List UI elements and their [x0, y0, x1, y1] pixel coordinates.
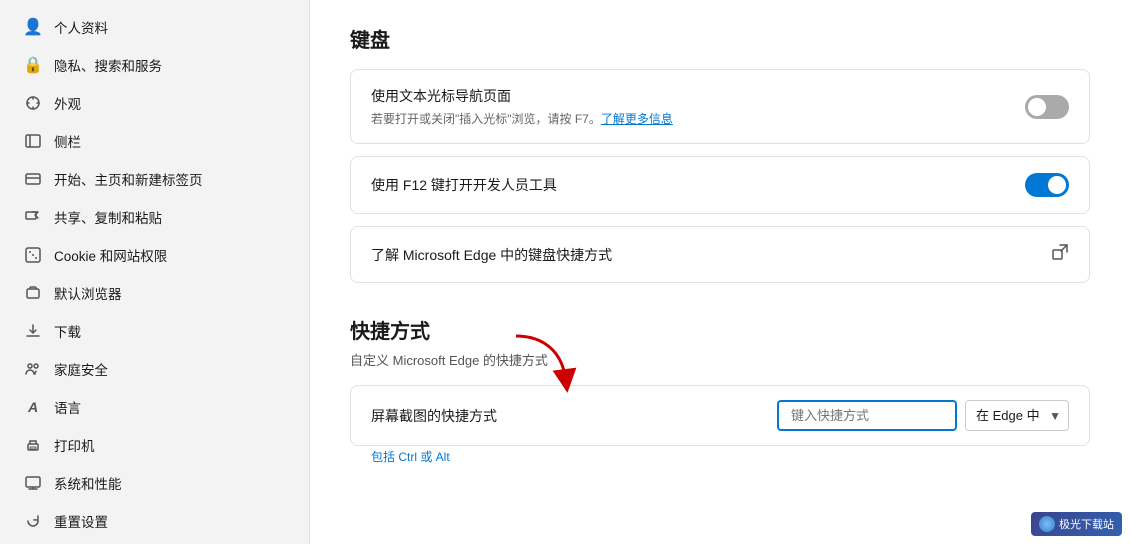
sidebar-item-download[interactable]: 下载 [4, 312, 305, 350]
personal-icon: 👤 [24, 18, 42, 36]
screenshot-shortcut-row: 屏幕截图的快捷方式 在 Edge 中 全局 ▼ 包括 Ctrl 或 Alt [350, 385, 1090, 446]
sidebar-item-share[interactable]: 共享、复制和粘贴 [4, 198, 305, 236]
sidebar-item-sidebar[interactable]: 侧栏 [4, 122, 305, 160]
card1-subtitle: 若要打开或关闭"插入光标"浏览，请按 F7。了解更多信息 [371, 110, 673, 127]
sidebar-item-privacy[interactable]: 🔒 隐私、搜索和服务 [4, 46, 305, 84]
sidebar-label-share: 共享、复制和粘贴 [54, 207, 162, 227]
sidebar-item-system[interactable]: 系统和性能 [4, 464, 305, 502]
sidebar-label-printer: 打印机 [54, 435, 95, 455]
select-wrapper: 在 Edge 中 全局 ▼ [965, 400, 1069, 431]
main-content: 键盘 使用文本光标导航页面 若要打开或关闭"插入光标"浏览，请按 F7。了解更多… [310, 0, 1130, 544]
shortcut-controls: 在 Edge 中 全局 ▼ [777, 400, 1069, 431]
privacy-icon: 🔒 [24, 56, 42, 74]
card1-title: 使用文本光标导航页面 [371, 86, 673, 106]
system-icon [24, 474, 42, 492]
sidebar-item-personal[interactable]: 👤 个人资料 [4, 8, 305, 46]
sidebar: 👤 个人资料 🔒 隐私、搜索和服务 外观 侧栏 开始、主页和新建标签页 共享、复… [0, 0, 310, 544]
shortcuts-description: 自定义 Microsoft Edge 的快捷方式 [350, 350, 1090, 369]
sidebar-label-cookies: Cookie 和网站权限 [54, 245, 167, 265]
language-icon: A [24, 398, 42, 416]
cookies-icon [24, 246, 42, 264]
sidebar-label-sidebar: 侧栏 [54, 131, 81, 151]
sidebar-label-system: 系统和性能 [54, 473, 122, 493]
share-icon [24, 208, 42, 226]
card1-toggle[interactable] [1025, 95, 1069, 119]
appearance-icon [24, 94, 42, 112]
shortcuts-section-title: 快捷方式 [350, 315, 1090, 344]
printer-icon [24, 436, 42, 454]
scope-select[interactable]: 在 Edge 中 全局 [965, 400, 1069, 431]
sidebar-label-reset: 重置设置 [54, 511, 108, 531]
card1-link[interactable]: 了解更多信息 [601, 112, 673, 126]
card2-toggle[interactable] [1025, 173, 1069, 197]
external-link-icon [1051, 243, 1069, 266]
sidebar-item-default[interactable]: 默认浏览器 [4, 274, 305, 312]
sidebar-label-family: 家庭安全 [54, 359, 108, 379]
card-f12: 使用 F12 键打开开发人员工具 [350, 156, 1090, 214]
sidebar-item-mobile[interactable]: 手机和其他设备 [4, 540, 305, 544]
watermark-logo [1039, 516, 1055, 532]
sidebar-label-default: 默认浏览器 [54, 283, 122, 303]
sidebar-item-language[interactable]: A 语言 [4, 388, 305, 426]
card-text-cursor: 使用文本光标导航页面 若要打开或关闭"插入光标"浏览，请按 F7。了解更多信息 [350, 69, 1090, 144]
sidebar-item-printer[interactable]: 打印机 [4, 426, 305, 464]
watermark: 极光下载站 [1031, 512, 1122, 536]
shortcut-input[interactable] [777, 400, 957, 431]
card2-title: 使用 F12 键打开开发人员工具 [371, 175, 557, 195]
screenshot-shortcut-label: 屏幕截图的快捷方式 [371, 406, 497, 426]
watermark-text: 极光下载站 [1059, 516, 1114, 532]
reset-icon [24, 512, 42, 530]
default-icon [24, 284, 42, 302]
sidebar-item-family[interactable]: 家庭安全 [4, 350, 305, 388]
sidebar-item-appearance[interactable]: 外观 [4, 84, 305, 122]
sidebar-label-personal: 个人资料 [54, 17, 108, 37]
sidebar-label-appearance: 外观 [54, 93, 81, 113]
newtab-icon [24, 170, 42, 188]
sidebar-item-reset[interactable]: 重置设置 [4, 502, 305, 540]
sidebar-item-newtab[interactable]: 开始、主页和新建标签页 [4, 160, 305, 198]
sidebar-item-cookies[interactable]: Cookie 和网站权限 [4, 236, 305, 274]
sidebar-label-privacy: 隐私、搜索和服务 [54, 55, 162, 75]
sidebar-icon [24, 132, 42, 150]
keyboard-section-title: 键盘 [350, 24, 1090, 53]
shortcut-hint: 包括 Ctrl 或 Alt [371, 448, 450, 465]
family-icon [24, 360, 42, 378]
sidebar-label-newtab: 开始、主页和新建标签页 [54, 169, 203, 189]
card-shortcuts-learn[interactable]: 了解 Microsoft Edge 中的键盘快捷方式 [350, 226, 1090, 283]
card3-title: 了解 Microsoft Edge 中的键盘快捷方式 [371, 245, 612, 265]
download-icon [24, 322, 42, 340]
sidebar-label-download: 下载 [54, 321, 81, 341]
sidebar-label-language: 语言 [54, 397, 81, 417]
